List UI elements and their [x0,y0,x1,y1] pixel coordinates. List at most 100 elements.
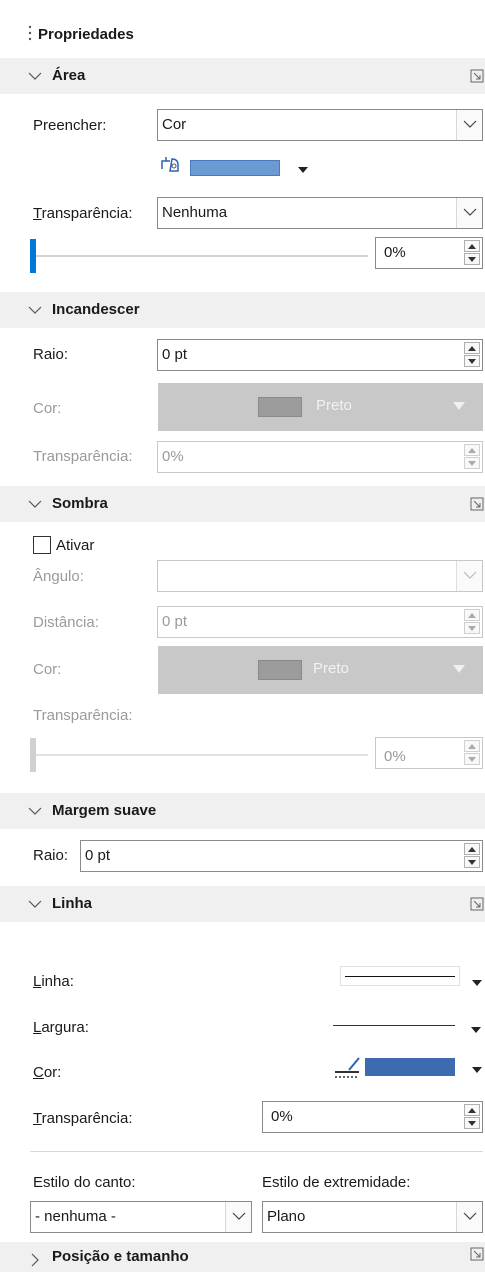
line-style-label-text: inha: [41,973,74,990]
spin-buttons [464,740,480,766]
glow-transparency-label: Transparência: [33,448,133,465]
glow-radius-spinner[interactable]: 0 pt [157,339,483,371]
dropdown-arrow-icon[interactable] [456,1202,482,1232]
area-transparency-value: Nenhuma [162,204,228,221]
section-title: Sombra [52,495,108,512]
glow-radius-value: 0 pt [162,346,188,363]
section-title: Incandescer [52,301,140,318]
line-color-brush-icon [335,1057,360,1078]
line-style-select[interactable] [340,966,483,994]
slider-thumb [30,738,36,772]
spin-up-icon [464,444,480,456]
panel-title: Propriedades [38,26,134,43]
more-options-icon[interactable] [470,69,484,83]
more-options-icon[interactable] [470,497,484,511]
spin-down-icon [464,457,480,469]
chevron-down-icon [28,72,42,80]
area-transparency-select[interactable]: Nenhuma [157,197,483,229]
line-color-label: Cor: [33,1064,62,1081]
spin-buttons[interactable] [464,843,480,869]
corner-style-value: - nenhuma - [35,1208,116,1225]
more-options-icon[interactable] [470,1247,484,1261]
dropdown-arrow-icon [456,561,482,591]
paint-bucket-icon [161,157,179,172]
glow-transparency-value: 0% [162,448,184,465]
line-color-swatch [365,1058,455,1076]
shadow-color-label: Cor: [33,661,62,678]
shadow-distance-label: Distância: [33,614,99,631]
shadow-enable-label: Ativar [56,537,95,554]
spin-down-icon [464,622,480,634]
shadow-distance-value: 0 pt [162,613,188,630]
section-header-line[interactable]: Linha [0,886,485,922]
spin-buttons[interactable] [464,342,480,368]
spin-buttons[interactable] [464,240,480,266]
line-transparency-spinner[interactable]: 0% [262,1101,483,1133]
line-width-label: Largura: [33,1019,89,1036]
cap-style-select[interactable]: Plano [262,1201,483,1233]
cap-style-value: Plano [267,1208,306,1225]
section-header-glow[interactable]: Incandescer [0,292,485,328]
spin-up-icon[interactable] [464,342,480,354]
grip-icon[interactable] [28,24,32,44]
shadow-color-select: Preto [158,646,483,694]
cap-style-label: Estilo de extremidade: [262,1174,411,1191]
area-transparency-percent-spinner[interactable]: 0% [375,237,483,269]
spin-down-icon[interactable] [464,253,480,265]
fill-color-swatch [190,160,280,176]
slider-track [30,255,368,257]
chevron-down-icon [28,500,42,508]
dropdown-arrow-icon[interactable] [225,1202,251,1232]
line-transparency-label: Transparência: [33,1110,133,1127]
line-width-preview [333,1025,455,1026]
shadow-enable-checkbox[interactable] [33,536,51,554]
section-header-shadow[interactable]: Sombra [0,486,485,522]
dropdown-arrow-icon[interactable] [456,198,482,228]
chevron-down-icon [28,807,42,815]
soft-edge-radius-spinner[interactable]: 0 pt [80,840,483,872]
shadow-angle-label: Ângulo: [33,568,84,585]
shadow-angle-select [157,560,483,592]
spin-down-icon[interactable] [464,1117,480,1129]
line-style-preview [340,966,460,986]
section-title: Linha [52,895,92,912]
chevron-down-icon [28,306,42,314]
chevron-down-icon [28,900,42,908]
dropdown-arrow-icon[interactable] [471,1027,481,1033]
dropdown-arrow-icon[interactable] [472,1067,482,1073]
shadow-transparency-value: 0% [384,748,406,765]
spin-up-icon[interactable] [464,843,480,855]
shadow-transparency-slider [30,736,368,772]
spin-buttons [464,609,480,635]
glow-transparency-spinner: 0% [157,441,483,473]
dropdown-arrow-icon[interactable] [456,110,482,140]
fill-type-value: Cor [162,116,187,133]
shadow-distance-spinner: 0 pt [157,606,483,638]
slider-thumb[interactable] [30,239,36,273]
section-title: Margem suave [52,802,157,819]
slider-track [30,754,368,756]
spin-up-icon[interactable] [464,1104,480,1116]
glow-color-select: Preto [158,383,483,431]
spin-down-icon[interactable] [464,856,480,868]
corner-style-select[interactable]: - nenhuma - [30,1201,252,1233]
spin-buttons [464,444,480,470]
dropdown-arrow-icon[interactable] [298,167,308,173]
section-header-position-size[interactable]: Posição e tamanho [0,1242,485,1272]
fill-type-select[interactable]: Cor [157,109,483,141]
dropdown-arrow-icon [453,402,465,410]
section-header-soft-edge[interactable]: Margem suave [0,793,485,829]
corner-style-label: Estilo do canto: [33,1174,136,1191]
line-width-select[interactable] [333,1014,483,1040]
line-color-picker[interactable] [335,1054,483,1082]
spin-buttons[interactable] [464,1104,480,1130]
corner-style-label-text: Estilo do canto: [33,1174,136,1191]
spin-up-icon[interactable] [464,240,480,252]
spin-down-icon[interactable] [464,355,480,367]
section-header-area[interactable]: Área [0,58,485,94]
area-transparency-slider[interactable] [30,237,368,273]
more-options-icon[interactable] [470,897,484,911]
fill-color-picker[interactable] [158,155,318,183]
section-title: Área [52,67,86,84]
dropdown-arrow-icon[interactable] [472,980,482,986]
